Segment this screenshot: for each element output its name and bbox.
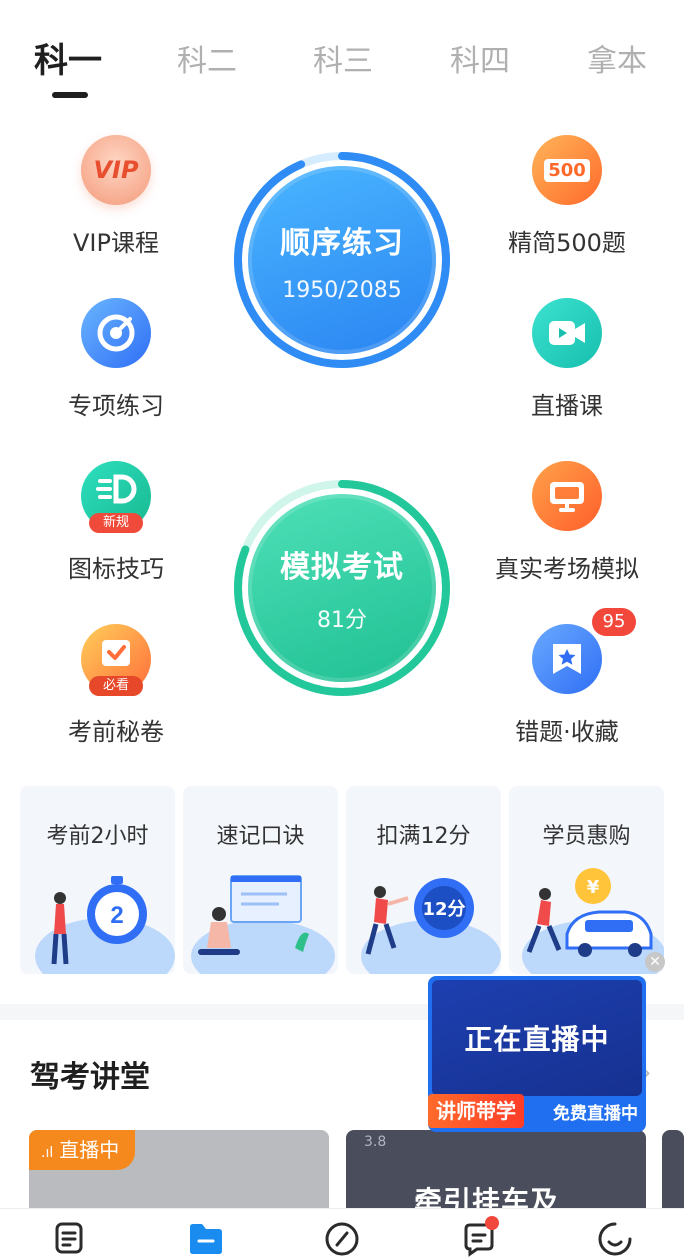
notification-dot — [485, 1216, 499, 1230]
nav-study[interactable] — [186, 1221, 226, 1258]
practice-title: 顺序练习 — [280, 225, 404, 261]
tab-ke3[interactable]: 科三 — [313, 36, 373, 80]
course-card-next[interactable] — [662, 1130, 684, 1208]
feature-label: 错题·收藏 — [515, 718, 619, 746]
stopwatch-icon: 2 — [35, 876, 175, 974]
tab-ke1[interactable]: 科一 — [34, 33, 102, 82]
subject-tabs: 科一 科二 科三 科四 拿本 — [0, 36, 684, 106]
mock-exam-title: 模拟考试 — [280, 550, 404, 585]
live-now-title: 正在直播中 — [432, 980, 642, 1096]
feature-label: VIP课程 — [73, 229, 159, 257]
whiteboard-icon — [191, 875, 335, 974]
feature-real-exam-sim[interactable]: 真实考场模拟 — [477, 461, 657, 584]
section-title: 驾考讲堂 — [30, 1060, 150, 1095]
folder-icon — [190, 1224, 222, 1254]
points-clock-text: 12分 — [422, 899, 465, 920]
500-questions-icon: 500 — [532, 135, 602, 205]
500-icon-text: 500 — [544, 158, 590, 182]
mock-exam-score: 81分 — [317, 608, 367, 633]
feature-live-course[interactable]: 直播课 — [477, 298, 657, 421]
nav-discover[interactable] — [322, 1221, 362, 1258]
feature-label: 精简500题 — [508, 229, 626, 257]
feature-label: 直播课 — [531, 392, 603, 420]
feature-label: 专项练习 — [68, 392, 164, 420]
compass-icon — [325, 1222, 359, 1256]
monitor-icon — [532, 461, 602, 531]
new-rule-tag: 新规 — [89, 513, 143, 533]
wrong-count-badge: 95 — [592, 608, 636, 636]
nav-home[interactable] — [49, 1221, 89, 1258]
card-student-discount[interactable]: 学员惠购 ¥ — [509, 786, 664, 974]
feature-label: 考前秘卷 — [68, 718, 164, 746]
card-quick-mnemonics[interactable]: 速记口诀 — [183, 786, 338, 974]
document-icon — [55, 1222, 83, 1254]
course-card-live[interactable]: .ıl 直播中 — [29, 1130, 329, 1208]
live-status-tag: .ıl 直播中 — [29, 1130, 136, 1170]
feature-vip-course[interactable]: VIP VIP课程 — [26, 135, 206, 258]
active-tab-indicator — [52, 92, 88, 98]
tab-ke4[interactable]: 科四 — [450, 36, 510, 80]
sequential-practice-button[interactable]: 顺序练习 1950/2085 — [232, 150, 452, 370]
course-card-towing[interactable]: 3.8 牵引挂车及 — [346, 1130, 646, 1208]
exam-paper-icon: 必看 — [81, 624, 151, 696]
mock-exam-core: 模拟考试 81分 — [248, 494, 436, 682]
signal-bars-icon: .ıl — [41, 1145, 54, 1161]
practice-core: 顺序练习 1950/2085 — [248, 166, 436, 354]
bookmark-star-icon: 95 — [532, 608, 636, 694]
coin-symbol: ¥ — [587, 877, 600, 898]
target-icon — [81, 298, 151, 368]
nav-me[interactable] — [595, 1221, 635, 1258]
feature-label: 图标技巧 — [68, 555, 164, 583]
tab-ke2[interactable]: 科二 — [177, 36, 237, 80]
car-coin-icon: ¥ — [522, 868, 664, 974]
feature-label: 真实考场模拟 — [495, 555, 639, 583]
live-popup-footer: 讲师带学 免费直播中 — [428, 1092, 646, 1132]
must-see-tag: 必看 — [89, 676, 143, 696]
live-now-popup[interactable]: 正在直播中 讲师带学 免费直播中 — [428, 976, 646, 1132]
live-status-text: 直播中 — [59, 1138, 120, 1162]
smile-icon — [598, 1222, 632, 1256]
bottom-nav — [0, 1208, 684, 1258]
sign-rule-icon: 新规 — [81, 461, 151, 533]
lecturer-tag: 讲师带学 — [428, 1094, 524, 1128]
card-title: 速记口诀 — [216, 824, 305, 849]
feature-exam-secret[interactable]: 必看 考前秘卷 — [26, 624, 206, 747]
card-title: 学员惠购 — [542, 824, 631, 849]
points-clock-icon: 12分 — [361, 878, 501, 974]
stopwatch-number: 2 — [110, 902, 123, 929]
live-video-icon — [532, 298, 602, 368]
course-number: 3.8 — [364, 1134, 387, 1150]
card-title: 考前2小时 — [46, 824, 149, 849]
feature-special-practice[interactable]: 专项练习 — [26, 298, 206, 421]
card-title: 扣满12分 — [376, 824, 471, 849]
mock-exam-button[interactable]: 模拟考试 81分 — [232, 478, 452, 698]
vip-icon-text: VIP — [93, 156, 139, 184]
card-2-hours-before-exam[interactable]: 考前2小时 2 — [20, 786, 175, 974]
tab-nabens[interactable]: 拿本 — [587, 36, 647, 80]
course-title: 牵引挂车及 — [414, 1185, 560, 1208]
nav-community[interactable] — [459, 1216, 499, 1258]
feature-500-questions[interactable]: 500 精简500题 — [477, 135, 657, 258]
feature-wrong-favorites[interactable]: 95 错题·收藏 — [477, 608, 657, 747]
practice-progress-text: 1950/2085 — [282, 277, 402, 303]
close-icon[interactable]: ✕ — [645, 952, 665, 972]
card-full-12-points[interactable]: 扣满12分 12分 — [346, 786, 501, 974]
feature-sign-tips[interactable]: 新规 图标技巧 — [26, 461, 206, 584]
free-live-tag: 免费直播中 — [553, 1104, 638, 1124]
vip-icon: VIP — [81, 135, 151, 205]
